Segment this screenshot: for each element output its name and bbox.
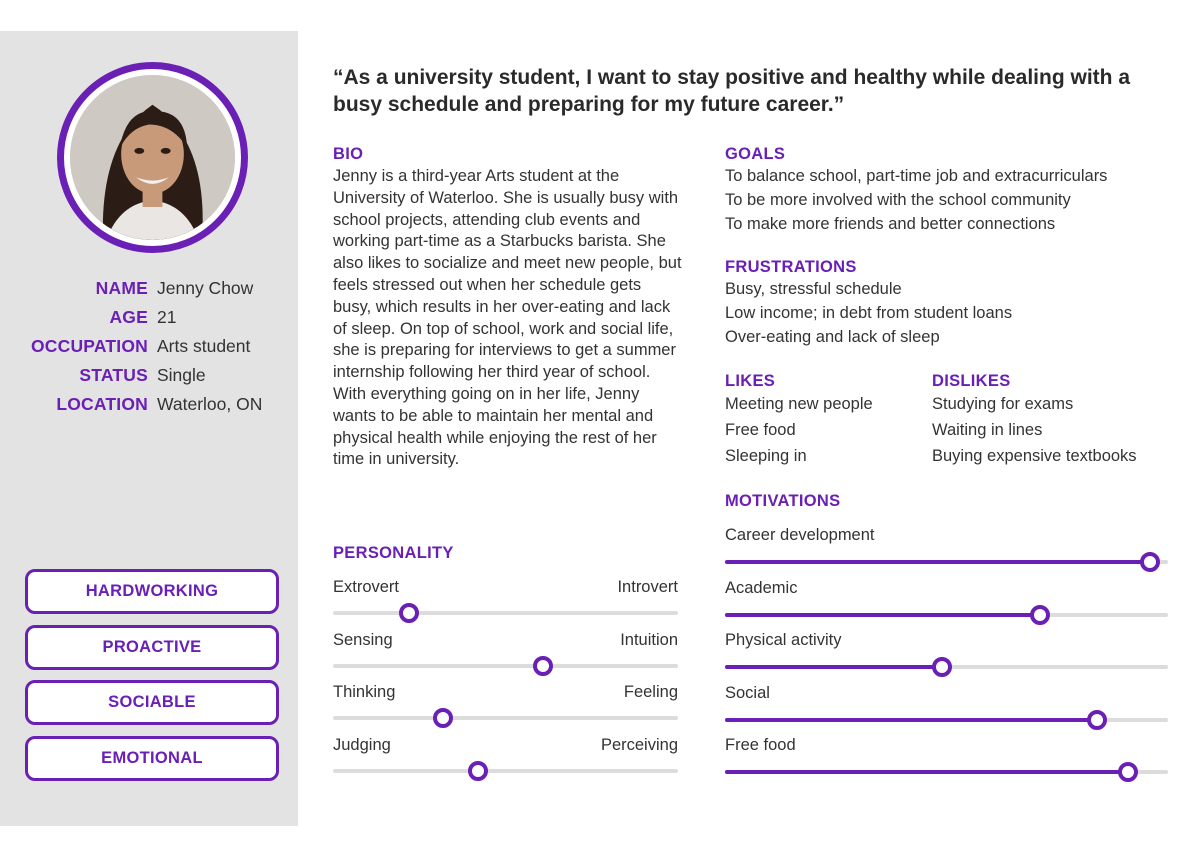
age-value: 21 — [157, 307, 177, 327]
goals-section: GOALS To balance school, part-time job a… — [725, 145, 1185, 235]
goal-item: To be more involved with the school comm… — [725, 190, 1071, 209]
age-label: AGE — [109, 307, 148, 327]
motivation-slider-fill — [725, 770, 1129, 774]
dislike-item: Buying expensive textbooks — [932, 447, 1137, 465]
status-value: Single — [157, 365, 206, 385]
like-item: Meeting new people — [725, 395, 873, 413]
motivation-row: Career development — [725, 492, 1168, 572]
motivation-row: Academic — [725, 545, 1168, 625]
personality-scale-row: Thinking Feeling — [333, 649, 678, 728]
personality-left-label: Extrovert — [333, 578, 400, 596]
motivation-row: Social — [725, 650, 1168, 730]
bio-text: Jenny is a third-year Arts student at th… — [333, 167, 682, 469]
frustrations-section: FRUSTRATIONS Busy, stressful schedule Lo… — [725, 258, 1185, 348]
personality-left-label: Thinking — [333, 683, 396, 701]
trait-badge-sociable: SOCIABLE — [25, 680, 279, 725]
personality-right-label: Intuition — [620, 630, 678, 649]
frustration-item: Over-eating and lack of sleep — [725, 327, 940, 346]
motivation-label: Academic — [725, 578, 798, 597]
goals-title: GOALS — [725, 145, 786, 163]
motivation-label: Career development — [725, 526, 875, 544]
bio-section: BIO Jenny is a third-year Arts student a… — [333, 145, 683, 471]
info-row-location: LOCATION Waterloo, ON — [0, 394, 298, 423]
occupation-label: OCCUPATION — [30, 336, 148, 356]
frustration-item: Busy, stressful schedule — [725, 280, 902, 298]
goal-item: To make more friends and better connecti… — [725, 214, 1056, 233]
personality-scale-row: Sensing Intuition — [333, 597, 678, 676]
motivation-slider-handle[interactable] — [1118, 762, 1139, 782]
like-item: Sleeping in — [725, 447, 807, 465]
frustration-item: Low income; in debt from student loans — [725, 303, 1013, 322]
personality-right-label: Perceiving — [600, 735, 678, 754]
personality-slider-track[interactable] — [333, 760, 678, 781]
profile-info: NAME Jenny Chow AGE 21 OCCUPATION Arts s… — [0, 278, 298, 423]
trait-badge-proactive: PROACTIVE — [25, 624, 279, 670]
location-value: Waterloo, ON — [157, 394, 263, 414]
personality-left-label: Judging — [333, 735, 391, 754]
motivation-row: Free food — [725, 702, 1168, 782]
name-value: Jenny Chow — [157, 278, 254, 298]
motivation-row: Physical activity — [725, 597, 1168, 677]
bio-title: BIO — [333, 145, 364, 163]
likes-title: LIKES — [725, 372, 776, 390]
avatar-portrait-image — [70, 75, 235, 240]
personality-section: PERSONALITY Extrovert Introvert Sensing Int… — [333, 544, 678, 781]
name-label: NAME — [95, 278, 148, 298]
info-row-occupation: OCCUPATION Arts student — [0, 336, 298, 365]
status-label: STATUS — [79, 365, 148, 385]
personality-scale-row: Extrovert Introvert — [333, 544, 678, 623]
motivation-label: Social — [725, 683, 770, 702]
dislikes-title: DISLIKES — [932, 372, 1011, 390]
trait-badges: HARDWORKING PROACTIVE SOCIABLE EMOTIONAL — [25, 569, 279, 791]
motivation-slider-track[interactable] — [725, 762, 1168, 782]
info-row-age: AGE 21 — [0, 307, 298, 336]
occupation-value: Arts student — [157, 336, 251, 356]
personality-slider-handle[interactable] — [467, 760, 488, 781]
persona-quote: “As a university student, I want to stay… — [333, 66, 1130, 116]
personality-right-label: Feeling — [623, 683, 678, 701]
goal-item: To balance school, part-time job and ext… — [725, 167, 1108, 185]
frustrations-title: FRUSTRATIONS — [725, 258, 857, 276]
personality-right-label: Introvert — [617, 578, 678, 596]
personality-scale-row: Judging Perceiving — [333, 702, 678, 781]
location-label: LOCATION — [56, 394, 148, 414]
info-row-name: NAME Jenny Chow — [0, 278, 298, 307]
like-item: Free food — [725, 421, 796, 439]
trait-badge-hardworking: HARDWORKING — [25, 569, 279, 614]
motivation-label: Physical activity — [725, 631, 842, 649]
avatar — [70, 75, 235, 240]
personality-left-label: Sensing — [333, 630, 393, 649]
dislike-item: Waiting in lines — [932, 421, 1043, 439]
avatar-frame — [57, 62, 248, 253]
motivation-label: Free food — [725, 736, 796, 754]
dislike-item: Studying for exams — [932, 395, 1074, 413]
info-row-status: STATUS Single — [0, 365, 298, 394]
trait-badge-emotional: EMOTIONAL — [25, 735, 279, 781]
motivations-section: MOTIVATIONS Career development Academic Ph… — [725, 492, 1168, 782]
dislikes-section: DISLIKES Studying for exams Waiting in l… — [932, 372, 1182, 469]
likes-section: LIKES Meeting new people Free food Sleep… — [725, 372, 925, 469]
profile-sidebar: NAME Jenny Chow AGE 21 OCCUPATION Arts s… — [0, 31, 298, 826]
